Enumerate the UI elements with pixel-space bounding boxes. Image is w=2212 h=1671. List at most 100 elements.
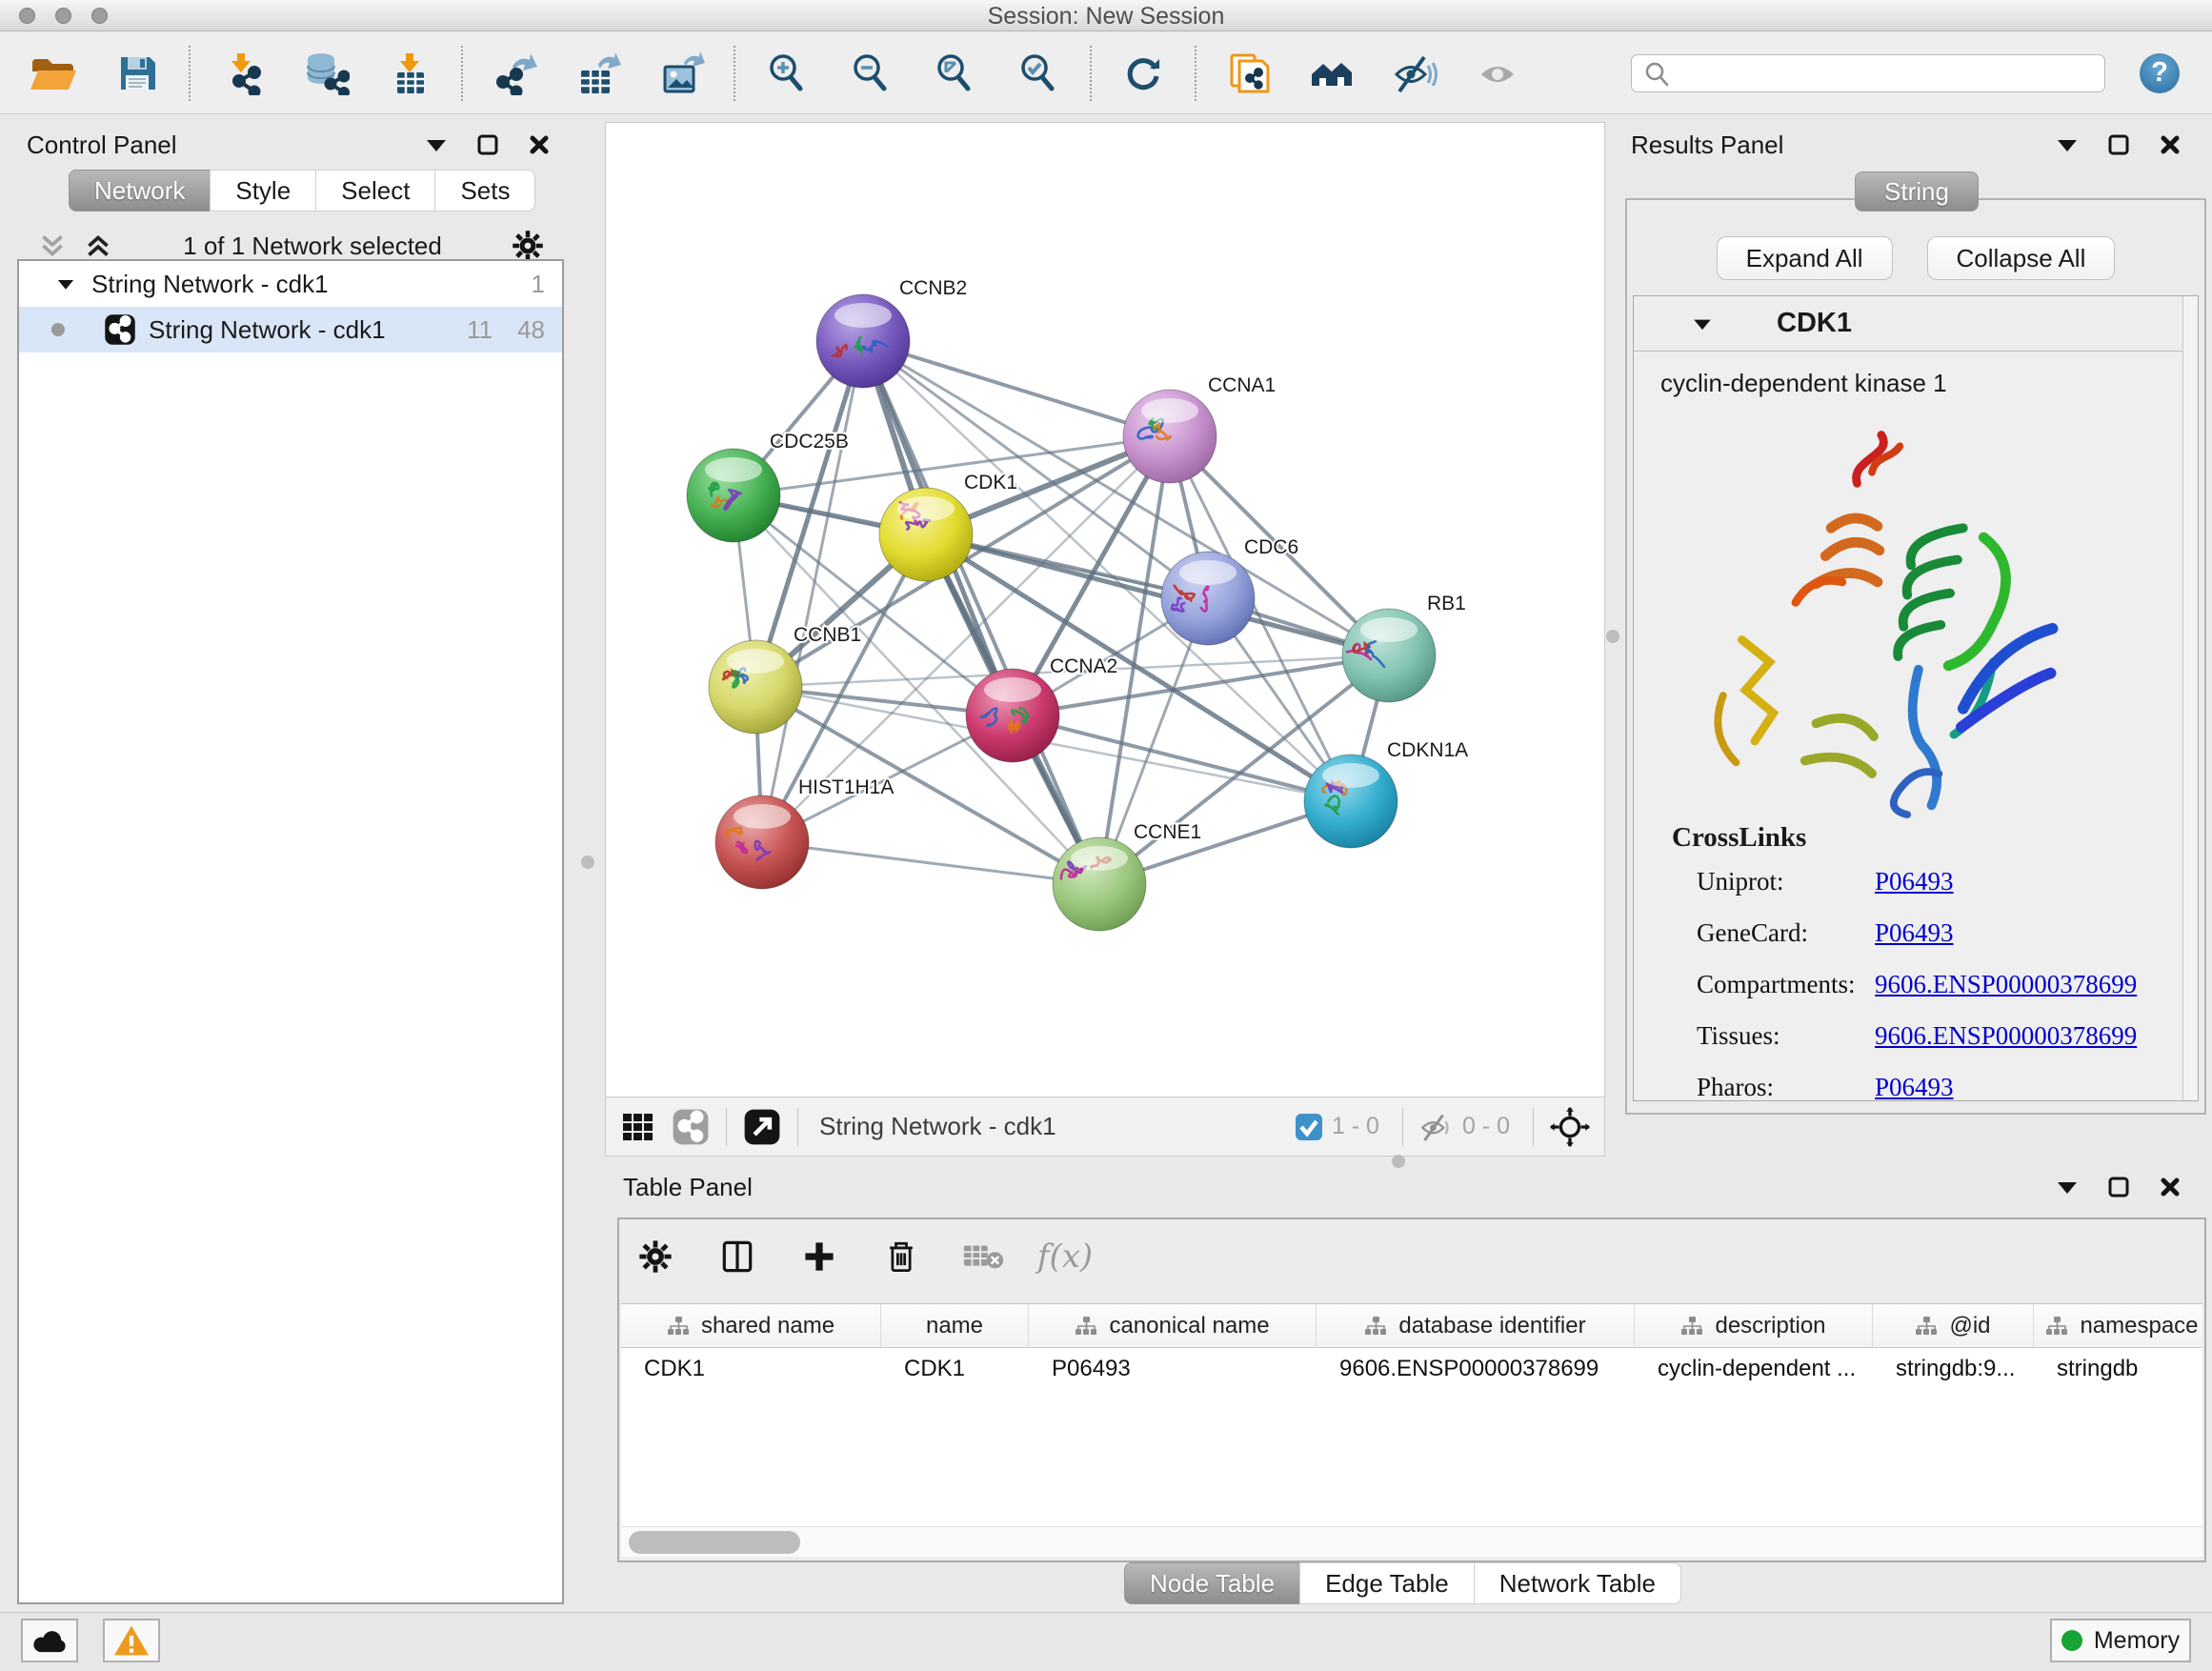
table-cell[interactable]: stringdb — [2034, 1348, 2202, 1390]
collapse-tree-icon[interactable] — [36, 230, 69, 262]
refresh-button[interactable] — [1101, 38, 1185, 109]
network-edge[interactable] — [762, 842, 1099, 884]
export-image-button[interactable] — [640, 38, 724, 109]
crosslink-pharos[interactable]: P06493 — [1875, 1073, 1954, 1111]
clone-network-button[interactable] — [1206, 38, 1290, 109]
add-column-button[interactable] — [793, 1237, 846, 1277]
tab-string[interactable]: String — [1855, 171, 1979, 211]
network-row[interactable]: String Network - cdk1 11 48 — [19, 307, 562, 352]
open-session-button[interactable] — [11, 38, 95, 109]
collapse-all-button[interactable]: Collapse All — [1927, 236, 2116, 280]
column-header-canonical-name[interactable]: canonical name — [1029, 1304, 1317, 1347]
tab-node-table[interactable]: Node Table — [1124, 1562, 1300, 1604]
caret-down-icon[interactable] — [421, 130, 452, 160]
warnings-button[interactable] — [103, 1619, 160, 1662]
cloud-button[interactable] — [21, 1619, 78, 1662]
tab-network-table[interactable]: Network Table — [1474, 1562, 1681, 1604]
network-edge[interactable] — [926, 534, 1389, 655]
export-network-icon — [492, 51, 537, 95]
caret-down-icon[interactable] — [1689, 311, 1716, 337]
share-view-icon[interactable] — [671, 1107, 711, 1147]
zoom-out-button[interactable] — [829, 38, 913, 109]
expand-all-button[interactable]: Expand All — [1717, 236, 1893, 280]
memory-button[interactable]: Memory — [2050, 1619, 2191, 1662]
table-horizontal-scrollbar[interactable] — [621, 1526, 2202, 1557]
search-input[interactable] — [1631, 54, 2105, 92]
zoom-in-button[interactable] — [745, 38, 829, 109]
node-details-header[interactable]: CDK1 — [1634, 296, 2198, 352]
column-header-@id[interactable]: @id — [1873, 1304, 2034, 1347]
close-icon[interactable] — [524, 130, 554, 160]
show-graphics-button[interactable] — [1458, 38, 1541, 109]
crosslink-tissues[interactable]: 9606.ENSP00000378699 — [1875, 1021, 2137, 1059]
network-canvas[interactable]: CCNB2CCNA1CDC25BCDK1CDC6RB1CCNB1CCNA2CDK… — [606, 123, 1604, 1097]
open-in-window-icon[interactable] — [742, 1107, 782, 1147]
results-scrollbar[interactable] — [2182, 296, 2198, 1100]
import-network-file-button[interactable] — [200, 38, 284, 109]
import-network-database-button[interactable] — [284, 38, 368, 109]
left-splitter-handle[interactable] — [581, 856, 594, 869]
column-header-database-identifier[interactable]: database identifier — [1317, 1304, 1635, 1347]
string-results-box: Expand All Collapse All CDK1 cyclin-depe… — [1625, 198, 2206, 1115]
fit-selected-icon[interactable] — [1549, 1106, 1591, 1148]
delete-icon — [881, 1237, 921, 1277]
gear-icon[interactable] — [511, 229, 545, 263]
clear-table-button[interactable] — [956, 1239, 1010, 1274]
selected-checkbox-icon[interactable] — [1294, 1112, 1324, 1142]
tab-edge-table[interactable]: Edge Table — [1299, 1562, 1475, 1604]
close-icon[interactable] — [2155, 130, 2185, 160]
hide-graphics-button[interactable] — [1374, 38, 1458, 109]
network-collection-row[interactable]: String Network - cdk1 1 — [19, 261, 562, 307]
crosslink-uniprot[interactable]: P06493 — [1875, 867, 1954, 905]
float-panel-icon[interactable] — [2103, 1172, 2134, 1202]
toolbar-separator — [1195, 46, 1196, 101]
caret-down-icon[interactable] — [2052, 1172, 2082, 1202]
crosslink-row: Compartments:9606.ENSP00000378699 — [1697, 970, 2179, 1008]
table-cell[interactable]: CDK1 — [621, 1348, 881, 1390]
float-panel-icon[interactable] — [473, 130, 503, 160]
network-badge-icon — [103, 312, 137, 347]
cybrowser-button[interactable] — [1290, 38, 1374, 109]
table-tabs: Node TableEdge TableNetwork Table — [1124, 1562, 1681, 1604]
zoom-selected-button[interactable] — [996, 38, 1080, 109]
tab-sets[interactable]: Sets — [434, 170, 535, 211]
help-button[interactable]: ? — [2140, 53, 2180, 93]
scrollbar-thumb[interactable] — [629, 1531, 800, 1554]
column-header-name[interactable]: name — [881, 1304, 1029, 1347]
tab-network[interactable]: Network — [69, 170, 211, 211]
table-cell[interactable]: stringdb:9... — [1873, 1348, 2034, 1390]
tab-style[interactable]: Style — [210, 170, 316, 211]
table-cell[interactable]: P06493 — [1029, 1348, 1317, 1390]
grid-view-icon[interactable] — [619, 1108, 657, 1146]
titlebar: Session: New Session — [0, 0, 2212, 31]
tab-select[interactable]: Select — [315, 170, 435, 211]
column-header-namespace[interactable]: namespace — [2034, 1304, 2202, 1347]
network-edge[interactable] — [863, 341, 1099, 884]
column-header-description[interactable]: description — [1635, 1304, 1873, 1347]
crosslink-genecard[interactable]: P06493 — [1875, 918, 1954, 956]
expand-tree-icon[interactable] — [82, 230, 114, 262]
function-builder-button[interactable]: f(x) — [1038, 1238, 1092, 1276]
export-network-button[interactable] — [473, 38, 556, 109]
table-cell[interactable]: cyclin-dependent ... — [1635, 1348, 1873, 1390]
float-panel-icon[interactable] — [2103, 130, 2134, 160]
close-icon[interactable] — [2155, 1172, 2185, 1202]
bottom-splitter-handle[interactable] — [1392, 1155, 1405, 1168]
right-splitter-handle[interactable] — [1606, 630, 1619, 643]
crosslink-compartments[interactable]: 9606.ENSP00000378699 — [1875, 970, 2137, 1008]
table-cell[interactable]: 9606.ENSP00000378699 — [1317, 1348, 1635, 1390]
table-cell[interactable]: CDK1 — [881, 1348, 1029, 1390]
network-edge[interactable] — [863, 341, 1170, 436]
tree-structure-icon — [2045, 1315, 2068, 1338]
zoom-fit-button[interactable] — [913, 38, 996, 109]
network-edge[interactable] — [762, 341, 863, 842]
export-table-button[interactable] — [556, 38, 640, 109]
table-settings-button[interactable] — [629, 1238, 682, 1275]
save-session-button[interactable] — [95, 38, 179, 109]
caret-down-icon[interactable] — [53, 272, 78, 296]
caret-down-icon[interactable] — [2052, 130, 2082, 160]
show-columns-button[interactable] — [711, 1237, 764, 1277]
delete-column-button[interactable] — [875, 1237, 928, 1277]
import-table-button[interactable] — [368, 38, 452, 109]
column-header-shared-name[interactable]: shared name — [621, 1304, 881, 1347]
